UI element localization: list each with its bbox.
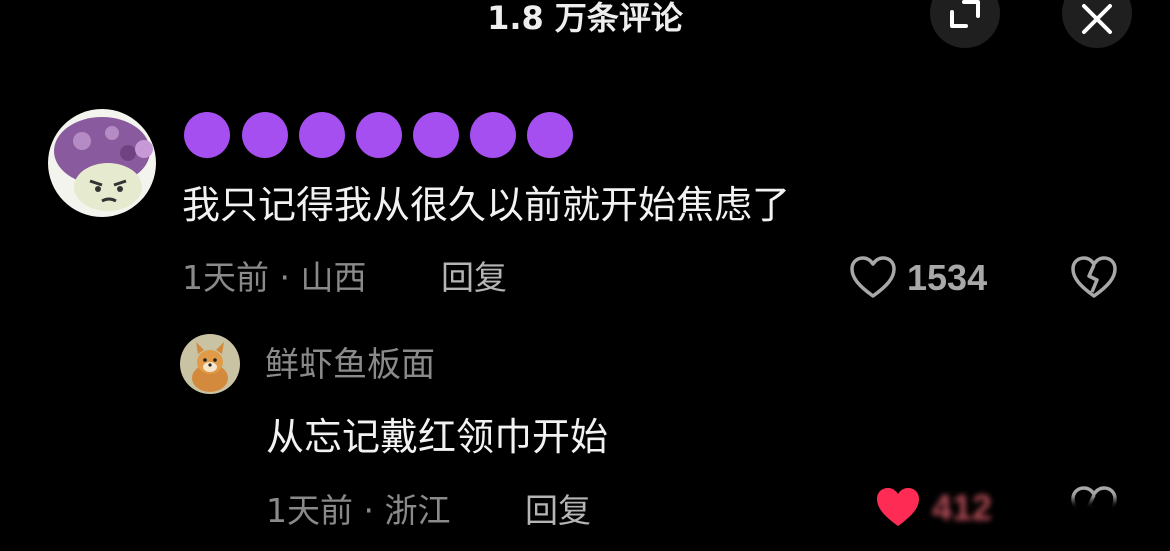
mushroom-avatar-icon xyxy=(48,109,156,217)
reply-avatar[interactable] xyxy=(180,334,240,394)
purple-circles-username xyxy=(184,112,573,158)
heart-filled-icon xyxy=(877,488,919,526)
commenter-avatar[interactable] xyxy=(48,109,156,217)
close-icon xyxy=(1082,4,1112,34)
reply-meta: 1天前 · 浙江 xyxy=(266,491,451,530)
heart-outline-icon xyxy=(850,256,896,298)
expand-icon xyxy=(950,0,980,28)
like-count: 1534 xyxy=(907,257,988,298)
reply-username[interactable]: 鲜虾鱼板面 xyxy=(265,345,435,385)
reply-like-count: 412 xyxy=(932,487,993,528)
comments-header: 1.8 万条评论 xyxy=(0,0,1170,48)
dislike-button[interactable] xyxy=(1070,256,1118,304)
commenter-username[interactable]: 🟣🟣🟣🟣🟣🟣🟣 xyxy=(183,110,583,160)
comment-text: 我只记得我从很久以前就开始焦虑了 xyxy=(182,183,791,227)
reply-button[interactable]: 回复 xyxy=(441,258,507,298)
reply-to-reply-button[interactable]: 回复 xyxy=(525,491,591,531)
dog-avatar-icon xyxy=(180,334,240,394)
close-button[interactable] xyxy=(1062,0,1132,48)
reply-text: 从忘记戴红领巾开始 xyxy=(266,415,609,459)
expand-button[interactable] xyxy=(930,0,1000,48)
bottom-fade-overlay xyxy=(990,500,1150,540)
broken-heart-icon xyxy=(1071,256,1117,298)
comment-meta: 1天前 · 山西 xyxy=(182,258,367,297)
